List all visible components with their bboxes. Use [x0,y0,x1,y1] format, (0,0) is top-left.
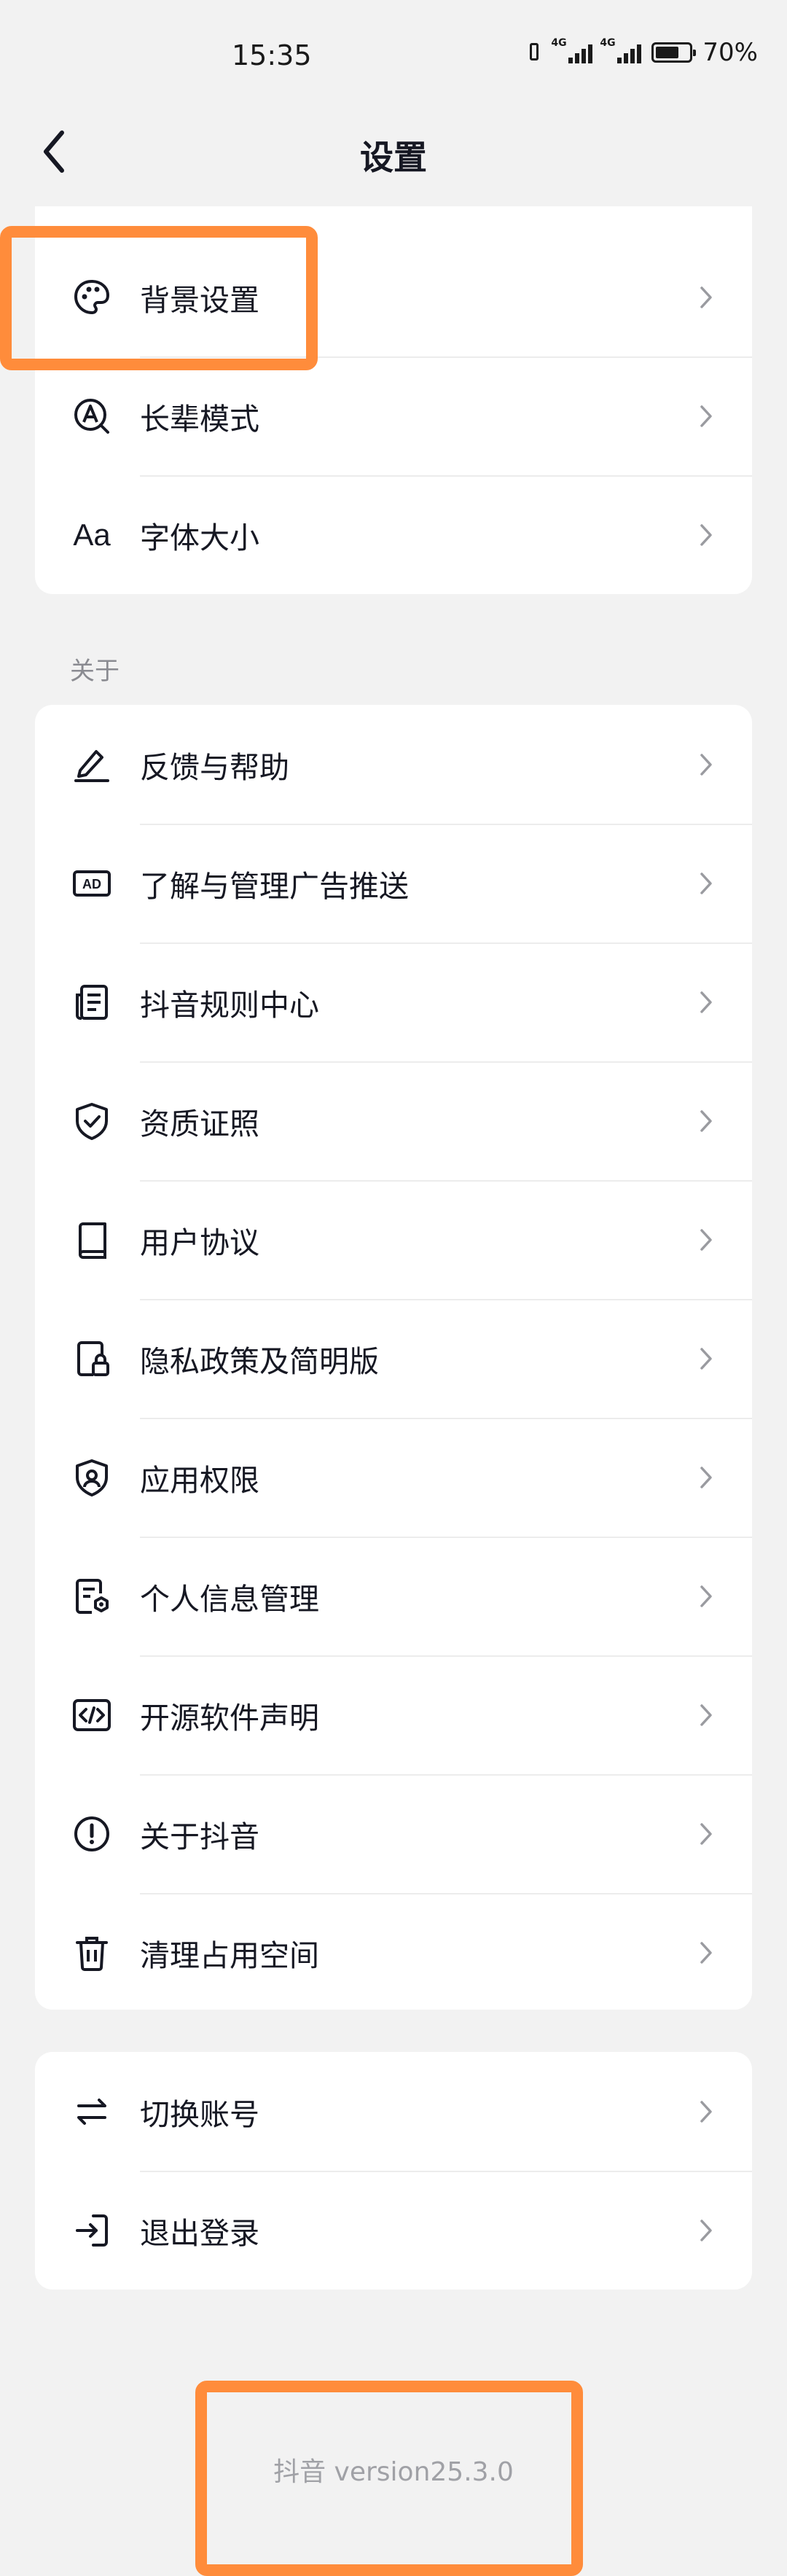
nav-header: 设置 [0,109,787,197]
edit-icon [70,743,114,787]
personal-info-icon [70,1574,114,1618]
setting-label: 应用权限 [140,1462,259,1498]
setting-row-privacy-policy[interactable]: 隐私政策及简明版 [35,1299,752,1418]
setting-row-elder-mode[interactable]: 长辈模式 [35,356,752,475]
document-list-icon [70,980,114,1024]
chevron-right-icon [695,283,717,312]
switch-icon [70,2090,114,2134]
chevron-right-icon [695,1701,717,1730]
trash-icon [70,1931,114,1975]
setting-label: 用户协议 [140,1225,259,1260]
setting-label: 隐私政策及简明版 [140,1343,379,1379]
chevron-right-icon [695,2097,717,2126]
chevron-right-icon [695,1463,717,1492]
battery-icon [651,42,697,63]
chevron-right-icon [695,869,717,898]
ad-icon: AD [70,862,114,905]
highlight-box-version [195,2381,583,2576]
setting-row-switch-account[interactable]: 切换账号 [35,2052,752,2171]
setting-row-font-size[interactable]: Aa 字体大小 [35,475,752,594]
setting-row-personal-info[interactable]: 个人信息管理 [35,1537,752,1655]
logout-icon [70,2209,114,2252]
status-bar: 15:35 4G 4G 70% [0,0,787,109]
status-icons: 4G 4G 70% [525,37,758,67]
setting-label: 了解与管理广告推送 [140,868,409,904]
setting-label: 抖音规则中心 [140,987,319,1023]
highlight-box-background-setting [0,226,318,370]
setting-row-qualifications[interactable]: 资质证照 [35,1061,752,1180]
status-time: 15:35 [232,39,312,71]
chevron-right-icon [695,1344,717,1373]
chevron-right-icon [695,1225,717,1254]
page-title: 设置 [360,138,427,177]
setting-row-user-agreement[interactable]: 用户协议 [35,1180,752,1299]
setting-label: 反馈与帮助 [140,749,289,785]
setting-row-logout[interactable]: 退出登录 [35,2171,752,2290]
info-icon [70,1812,114,1856]
setting-row-feedback[interactable]: 反馈与帮助 [35,705,752,824]
chevron-right-icon [695,1819,717,1849]
setting-label: 个人信息管理 [140,1581,319,1617]
chevron-right-icon [695,520,717,550]
chevron-right-icon [695,1106,717,1136]
chevron-right-icon [695,750,717,779]
setting-label: 清理占用空间 [140,1937,319,1973]
account-card: 切换账号 退出登录 [35,2052,752,2290]
shield-check-icon [70,1099,114,1143]
chevron-right-icon [695,1582,717,1611]
setting-label: 长辈模式 [140,401,259,437]
setting-row-ad-management[interactable]: AD 了解与管理广告推送 [35,824,752,942]
setting-row-rules-center[interactable]: 抖音规则中心 [35,942,752,1061]
setting-row-open-source[interactable]: 开源软件声明 [35,1655,752,1774]
setting-row-clear-storage[interactable]: 清理占用空间 [35,1893,752,2010]
section-label-about: 关于 [70,657,120,686]
setting-label: 切换账号 [140,2096,259,2132]
setting-label: 资质证照 [140,1106,259,1141]
about-card: 反馈与帮助 AD 了解与管理广告推送 抖音规则中心 资质证照 用户协议 隐私政策… [35,705,752,2010]
battery-percent: 70% [702,38,758,67]
chevron-right-icon [695,402,717,431]
chevron-right-icon [695,2216,717,2245]
privacy-lock-icon [70,1337,114,1381]
chevron-right-icon [695,988,717,1017]
signal-icon-2: 4G [600,37,642,63]
elder-mode-icon [70,394,114,438]
font-size-icon: Aa [73,517,111,552]
setting-label: 开源软件声明 [140,1700,319,1736]
code-icon [70,1693,114,1737]
book-icon [70,1218,114,1262]
chevron-right-icon [695,1938,717,1967]
setting-label: 字体大小 [140,520,259,555]
setting-label: 退出登录 [140,2215,259,2251]
signal-icon-1: 4G [551,37,593,63]
setting-row-app-permissions[interactable]: 应用权限 [35,1418,752,1537]
vibrate-icon [525,42,544,63]
setting-label: 关于抖音 [140,1819,259,1854]
permission-shield-icon [70,1456,114,1499]
setting-row-about-douyin[interactable]: 关于抖音 [35,1774,752,1893]
svg-text:AD: AD [82,877,101,891]
